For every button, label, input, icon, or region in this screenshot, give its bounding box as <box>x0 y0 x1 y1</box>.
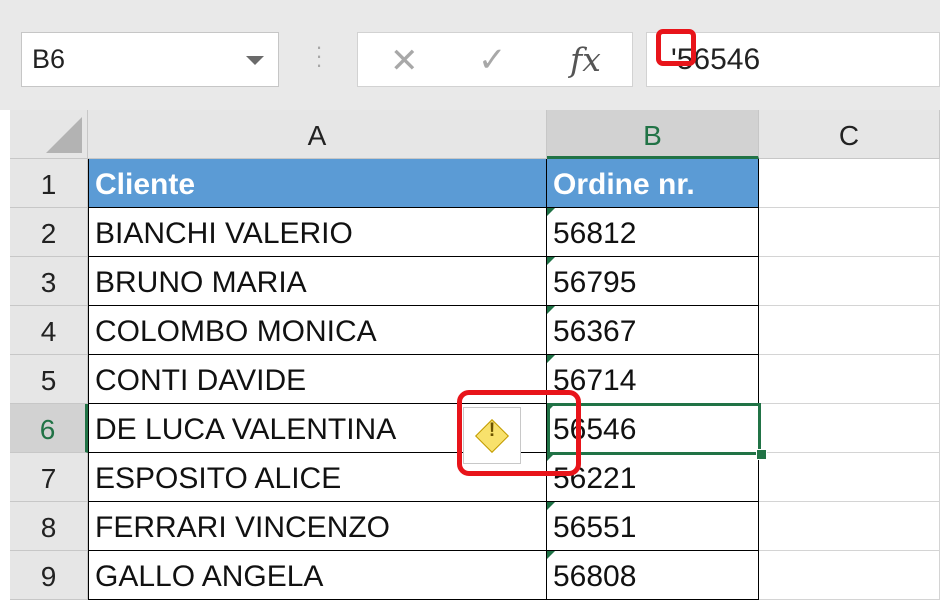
cell-c3[interactable] <box>759 257 940 306</box>
cell-b1[interactable]: Ordine nr. <box>547 159 759 208</box>
row-header[interactable]: 3 <box>10 257 88 306</box>
cell-c5[interactable] <box>759 355 940 404</box>
insert-function-icon[interactable]: fx <box>570 40 601 79</box>
cell-a3[interactable]: BRUNO MARIA <box>88 257 547 306</box>
error-indicator-icon <box>547 208 555 216</box>
spreadsheet-grid: A B C 1 Cliente Ordine nr. 2 BIANCHI VAL… <box>10 110 940 600</box>
row-header[interactable]: 5 <box>10 355 88 404</box>
row-header[interactable]: 9 <box>10 551 88 600</box>
row-header[interactable]: 8 <box>10 502 88 551</box>
row-header[interactable]: 6 <box>10 404 88 453</box>
warning-highlight <box>457 390 581 476</box>
fill-handle[interactable] <box>756 449 767 460</box>
column-header-a[interactable]: A <box>88 110 547 159</box>
formula-toolbar: B6 · · · ✕ ✓ fx '56546 <box>0 0 940 110</box>
formula-buttons: ✕ ✓ fx <box>357 32 633 87</box>
column-header-b[interactable]: B <box>547 110 759 159</box>
cell-b3-value: 56795 <box>553 266 637 299</box>
name-box-value: B6 <box>32 44 66 74</box>
cell-b8-value: 56551 <box>553 511 637 544</box>
cell-b9[interactable]: 56808 <box>547 551 759 600</box>
cell-c2[interactable] <box>759 208 940 257</box>
error-indicator-icon <box>547 355 555 363</box>
cell-a8[interactable]: FERRARI VINCENZO <box>88 502 547 551</box>
select-all-icon <box>46 117 82 153</box>
row-header[interactable]: 2 <box>10 208 88 257</box>
chevron-down-icon[interactable] <box>246 56 264 65</box>
cell-b2[interactable]: 56812 <box>547 208 759 257</box>
cancel-icon[interactable]: ✕ <box>390 41 419 81</box>
check-icon[interactable]: ✓ <box>478 40 507 80</box>
row-header[interactable]: 4 <box>10 306 88 355</box>
cell-a1[interactable]: Cliente <box>88 159 547 208</box>
cell-c7[interactable] <box>759 453 940 502</box>
error-indicator-icon <box>547 551 555 559</box>
drag-handle-icon[interactable]: · · · <box>309 36 329 78</box>
cell-b8[interactable]: 56551 <box>547 502 759 551</box>
cell-a2[interactable]: BIANCHI VALERIO <box>88 208 547 257</box>
cell-b2-value: 56812 <box>553 217 637 250</box>
name-box[interactable]: B6 <box>21 32 279 87</box>
cell-a4[interactable]: COLOMBO MONICA <box>88 306 547 355</box>
cell-c6[interactable] <box>759 404 940 453</box>
cell-b4[interactable]: 56367 <box>547 306 759 355</box>
apostrophe-highlight <box>656 29 696 66</box>
error-indicator-icon <box>547 257 555 265</box>
row-header[interactable]: 7 <box>10 453 88 502</box>
row-header[interactable]: 1 <box>10 159 88 208</box>
error-indicator-icon <box>547 502 555 510</box>
cell-c8[interactable] <box>759 502 940 551</box>
cell-c9[interactable] <box>759 551 940 600</box>
error-indicator-icon <box>547 306 555 314</box>
cell-c1[interactable] <box>759 159 940 208</box>
cell-b4-value: 56367 <box>553 315 637 348</box>
select-all-button[interactable] <box>10 110 88 159</box>
column-header-c[interactable]: C <box>759 110 940 159</box>
cell-b3[interactable]: 56795 <box>547 257 759 306</box>
cell-a9[interactable]: GALLO ANGELA <box>88 551 547 600</box>
cell-c4[interactable] <box>759 306 940 355</box>
